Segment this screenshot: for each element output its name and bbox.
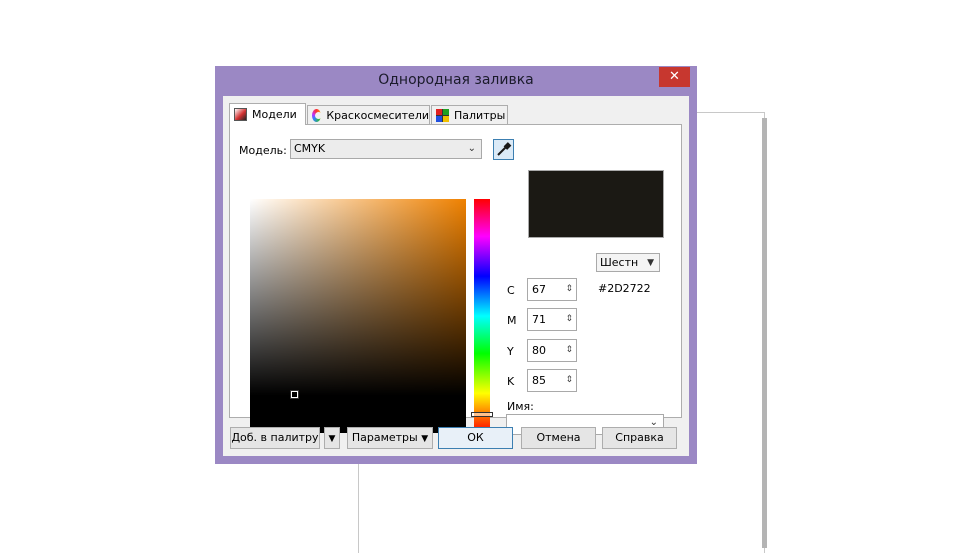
model-label: Модель:: [239, 144, 287, 157]
color-field-marker[interactable]: [290, 390, 299, 399]
triangle-down-icon: ▼: [328, 434, 336, 444]
channel-m-input[interactable]: 71 ⇕: [527, 308, 577, 331]
color-preview-swatch: [528, 170, 664, 238]
uniform-fill-dialog: Однородная заливка ✕ Модели Краскосмесит…: [215, 66, 697, 464]
dialog-title: Однородная заливка: [378, 72, 534, 88]
add-to-palette-dropdown[interactable]: ▼: [324, 427, 340, 449]
add-to-palette-label: Доб. в палитру: [231, 431, 319, 444]
tab-palettes[interactable]: Палитры: [431, 105, 508, 124]
spinner-icon[interactable]: ⇕: [565, 279, 573, 300]
hue-slider[interactable]: [474, 199, 490, 433]
triangle-down-icon: ▼: [647, 258, 654, 268]
eyedropper-icon: [497, 142, 512, 156]
close-button[interactable]: ✕: [659, 67, 690, 87]
spinner-icon[interactable]: ⇕: [565, 370, 573, 391]
channel-m-value: 71: [532, 313, 546, 326]
color-field[interactable]: [250, 199, 466, 433]
models-tab-panel: Модель: CMYK ⌄ Шестн ▼ #2D2722 C 67 ⇕ M …: [229, 124, 682, 435]
help-label: Справка: [615, 431, 664, 444]
document-page-shadow: [762, 118, 767, 548]
channel-k-input[interactable]: 85 ⇕: [527, 369, 577, 392]
color-models-icon: [234, 108, 247, 121]
hue-slider-handle[interactable]: [471, 412, 493, 417]
tab-palettes-label: Палитры: [454, 108, 506, 122]
hex-value: #2D2722: [598, 282, 651, 295]
options-label: Параметры: [351, 431, 418, 444]
channel-y-input[interactable]: 80 ⇕: [527, 339, 577, 362]
channel-y-value: 80: [532, 344, 546, 357]
eyedropper-button[interactable]: [493, 139, 514, 160]
model-select[interactable]: CMYK ⌄: [290, 139, 482, 159]
name-label: Имя:: [507, 400, 534, 413]
dialog-titlebar[interactable]: Однородная заливка ✕: [215, 66, 697, 96]
dialog-client-area: Модели Краскосмесители Палитры Модель: C…: [223, 96, 689, 456]
spinner-icon[interactable]: ⇕: [565, 340, 573, 361]
close-icon: ✕: [669, 69, 680, 84]
spinner-icon[interactable]: ⇕: [565, 309, 573, 330]
add-to-palette-button[interactable]: Доб. в палитру: [230, 427, 320, 449]
channel-c-value: 67: [532, 283, 546, 296]
ok-button[interactable]: ОК: [438, 427, 513, 449]
tab-models-label: Модели: [252, 108, 297, 121]
channel-k-label: K: [507, 375, 515, 388]
tab-models[interactable]: Модели: [229, 103, 306, 125]
ok-label: ОК: [467, 431, 484, 444]
channel-y-label: Y: [507, 345, 514, 358]
help-button[interactable]: Справка: [602, 427, 677, 449]
triangle-down-icon: ▼: [421, 434, 429, 444]
channel-c-input[interactable]: 67 ⇕: [527, 278, 577, 301]
color-mixer-icon: [312, 108, 322, 122]
cancel-label: Отмена: [536, 431, 581, 444]
model-select-value: CMYK: [294, 142, 326, 155]
tab-color-mixers[interactable]: Краскосмесители: [307, 105, 430, 124]
options-button[interactable]: Параметры ▼: [347, 427, 433, 449]
chevron-down-icon: ⌄: [467, 143, 476, 154]
color-format-value: Шестн: [600, 256, 639, 269]
channel-c-label: C: [507, 284, 515, 297]
channel-m-label: M: [507, 314, 517, 327]
palette-icon: [436, 108, 449, 122]
cancel-button[interactable]: Отмена: [521, 427, 596, 449]
tab-color-mixers-label: Краскосмесители: [326, 108, 429, 122]
channel-k-value: 85: [532, 374, 546, 387]
color-format-select[interactable]: Шестн ▼: [596, 253, 660, 272]
